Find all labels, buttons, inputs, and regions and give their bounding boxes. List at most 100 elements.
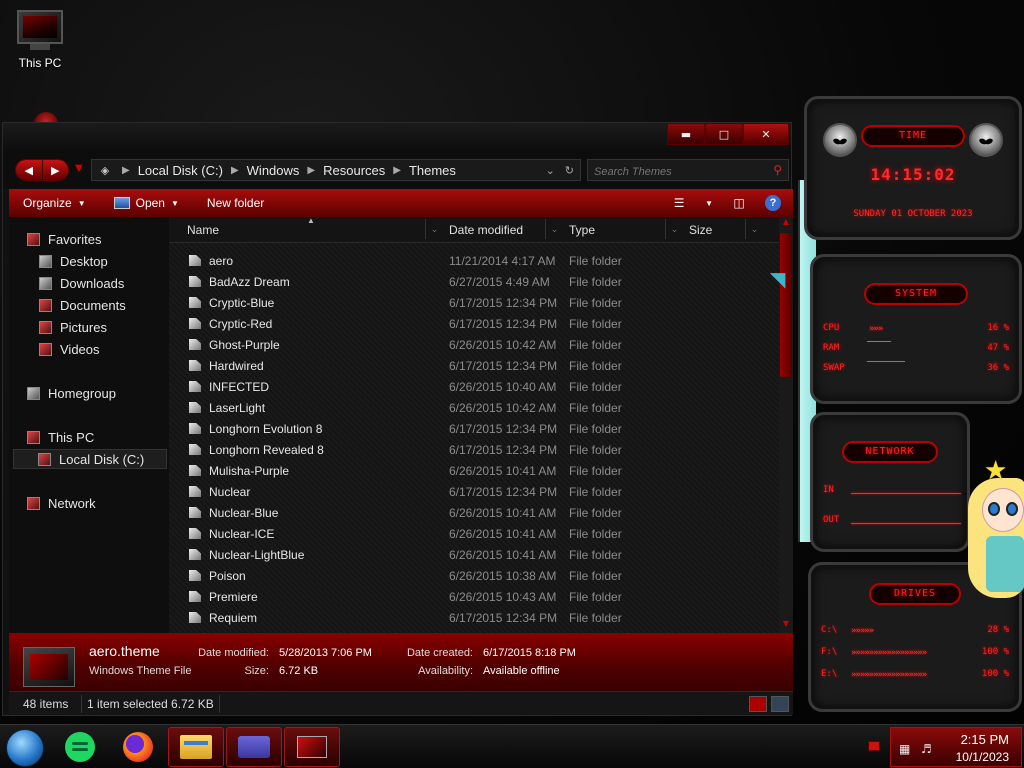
chevron-down-icon[interactable]: ⌄ <box>545 219 563 239</box>
scrollbar-thumb[interactable] <box>780 233 792 377</box>
chevron-down-icon[interactable]: ⌄ <box>665 219 683 239</box>
back-button[interactable]: ◀ <box>16 160 42 180</box>
nav-pictures[interactable]: Pictures <box>39 317 107 337</box>
nav-network[interactable]: Network <box>27 493 96 513</box>
this-pc-desktop-icon[interactable]: This PC <box>12 10 68 70</box>
table-row[interactable]: Premiere 6/26/2015 10:43 AM File folder <box>169 587 781 608</box>
ram-graph <box>867 341 891 342</box>
taskbar-firefox[interactable] <box>110 727 166 767</box>
tray-clock[interactable]: 2:15 PM <box>961 732 1009 747</box>
nav-downloads[interactable]: Downloads <box>39 273 124 293</box>
table-row[interactable]: Nuclear-Blue 6/26/2015 10:41 AM File folde… <box>169 503 781 524</box>
nav-desktop[interactable]: Desktop <box>39 251 108 271</box>
file-type: File folder <box>569 485 622 499</box>
column-size[interactable]: Size <box>689 223 712 237</box>
taskbar-theme-app[interactable] <box>284 727 340 767</box>
close-button[interactable]: ✕ <box>743 123 789 145</box>
new-folder-button[interactable]: New folder <box>193 196 278 210</box>
address-bar[interactable]: ◈ ▶ Local Disk (C:) ▶ Windows ▶ Resource… <box>91 159 581 181</box>
refresh-icon[interactable]: ↻ <box>565 164 574 177</box>
caret-down-icon[interactable]: ▼ <box>705 199 713 208</box>
spotify-icon <box>65 732 95 762</box>
scroll-up-icon[interactable]: ▲ <box>779 217 793 231</box>
taskbar-card-app[interactable] <box>226 727 282 767</box>
table-row[interactable]: Nuclear-LightBlue 6/26/2015 10:41 AM File … <box>169 545 781 566</box>
alien-head-icon <box>823 123 857 157</box>
table-row[interactable]: LaserLight 6/26/2015 10:42 AM File folder <box>169 398 781 419</box>
chevron-down-icon[interactable]: ⌄ <box>745 219 763 239</box>
file-type: File folder <box>569 401 622 415</box>
table-row[interactable]: Longhorn Revealed 8 6/17/2015 12:34 PM Fil… <box>169 440 781 461</box>
breadcrumb-windows[interactable]: Windows <box>243 163 304 178</box>
table-row[interactable]: Poison 6/26/2015 10:38 AM File folder <box>169 566 781 587</box>
forward-button[interactable]: ▶ <box>41 160 68 180</box>
view-options-icon[interactable]: ☰ <box>671 196 687 210</box>
nav-videos[interactable]: Videos <box>39 339 100 359</box>
recent-locations-dropdown[interactable]: ▼ <box>75 163 83 174</box>
nav-homegroup[interactable]: Homegroup <box>27 383 116 403</box>
nav-this-pc[interactable]: This PC <box>27 427 94 447</box>
column-name[interactable]: Name <box>187 223 219 237</box>
table-row[interactable]: Nuclear-ICE 6/26/2015 10:41 AM File folder <box>169 524 781 545</box>
chevron-right-icon[interactable]: ▶ <box>389 165 405 176</box>
search-icon[interactable]: ⚲ <box>773 163 782 177</box>
time-gadget-title: TIME <box>861 125 965 147</box>
maximize-button[interactable]: □ <box>705 123 743 145</box>
folder-icon <box>189 612 201 623</box>
breadcrumb-resources[interactable]: Resources <box>319 163 389 178</box>
taskbar-file-explorer[interactable] <box>168 727 224 767</box>
taskbar-spotify[interactable] <box>52 727 108 767</box>
back-forward-buttons: ◀ ▶ <box>15 159 69 181</box>
network-out-graph <box>851 523 961 524</box>
network-icon[interactable]: ▦ <box>899 742 910 756</box>
chevron-down-icon[interactable]: ⌄ <box>425 219 443 239</box>
table-row[interactable]: Requiem 6/17/2015 12:34 PM File folder <box>169 608 781 629</box>
preview-pane-icon[interactable]: ◫ <box>731 196 747 210</box>
chevron-right-icon[interactable]: ▶ <box>118 165 134 176</box>
chevron-right-icon[interactable]: ▶ <box>303 165 319 176</box>
table-row[interactable]: Nuclear 6/17/2015 12:34 PM File folder <box>169 482 781 503</box>
large-icons-view-icon[interactable] <box>771 696 789 712</box>
folder-icon <box>189 276 201 287</box>
table-row[interactable]: BadAzz Dream 6/27/2015 4:49 AM File folder <box>169 272 781 293</box>
network-gadget[interactable]: NETWORK IN OUT <box>810 412 970 552</box>
table-row[interactable]: INFECTED 6/26/2015 10:40 AM File folder <box>169 377 781 398</box>
file-date: 6/26/2015 10:40 AM <box>449 380 557 394</box>
chevron-right-icon[interactable]: ▶ <box>227 165 243 176</box>
taskbar: ▦ ♬ 2:15 PM 10/1/2023 <box>0 724 1024 768</box>
file-type: File folder <box>569 611 622 625</box>
volume-icon[interactable]: ♬ <box>921 742 932 756</box>
date-modified-value: 5/28/2013 7:06 PM <box>279 647 372 659</box>
minimize-button[interactable]: ▬ <box>667 123 705 145</box>
system-gadget[interactable]: SYSTEM CPU »»» 16 % RAM 47 % SWAP 36 % <box>810 254 1022 404</box>
table-row[interactable]: aero 11/21/2014 4:17 AM File folder <box>169 251 781 272</box>
details-view-icon[interactable] <box>749 696 767 712</box>
nav-favorites[interactable]: Favorites <box>27 229 101 249</box>
nav-local-disk[interactable]: Local Disk (C:) <box>13 449 167 469</box>
help-icon[interactable]: ? <box>765 195 781 211</box>
nav-documents[interactable]: Documents <box>39 295 126 315</box>
scroll-down-icon[interactable]: ▼ <box>779 619 793 633</box>
table-row[interactable]: Cryptic-Blue 6/17/2015 12:34 PM File folde… <box>169 293 781 314</box>
search-input[interactable] <box>588 162 764 182</box>
organize-button[interactable]: Organize ▼ <box>9 196 100 210</box>
table-row[interactable]: Mulisha-Purple 6/26/2015 10:41 AM File fol… <box>169 461 781 482</box>
column-type[interactable]: Type <box>569 223 595 237</box>
table-row[interactable]: Hardwired 6/17/2015 12:34 PM File folder <box>169 356 781 377</box>
breadcrumb-local-disk[interactable]: Local Disk (C:) <box>134 163 227 178</box>
column-date-modified[interactable]: Date modified <box>449 223 523 237</box>
table-row[interactable]: Cryptic-Red 6/17/2015 12:34 PM File folder <box>169 314 781 335</box>
time-gadget[interactable]: TIME 14:15:02 SUNDAY 01 OCTOBER 2023 <box>804 96 1022 240</box>
table-row[interactable]: Longhorn Evolution 8 6/17/2015 12:34 PM Fi… <box>169 419 781 440</box>
search-box[interactable]: ⚲ <box>587 159 789 182</box>
action-center-flag-icon[interactable] <box>868 741 880 751</box>
breadcrumb-themes[interactable]: Themes <box>405 163 460 178</box>
file-type: File folder <box>569 548 622 562</box>
chevron-down-icon[interactable]: ⌄ <box>546 164 555 177</box>
start-button[interactable] <box>6 729 44 767</box>
title-bar[interactable]: ▬ □ ✕ <box>3 123 791 153</box>
table-row[interactable]: Ghost-Purple 6/26/2015 10:42 AM File folde… <box>169 335 781 356</box>
selection-info: 1 item selected 6.72 KB <box>87 697 214 711</box>
tray-date[interactable]: 10/1/2023 <box>956 750 1009 764</box>
open-button[interactable]: Open ▼ <box>100 196 193 210</box>
